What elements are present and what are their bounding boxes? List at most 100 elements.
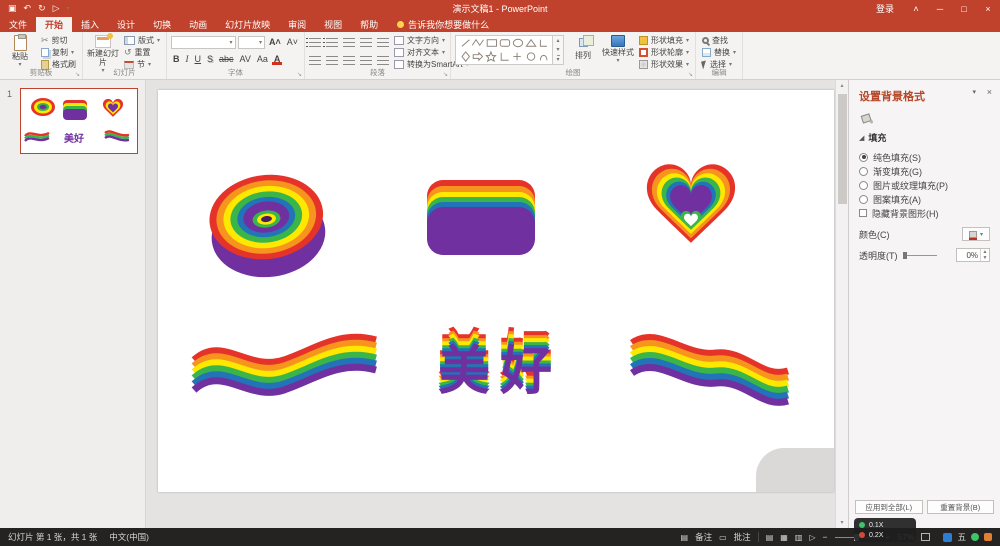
- tab-help[interactable]: 帮助: [351, 17, 387, 32]
- new-slide-button[interactable]: 新建幻灯片 ▾: [87, 35, 119, 69]
- tray-app-icon[interactable]: [943, 533, 952, 542]
- shapes-gallery[interactable]: [455, 35, 553, 65]
- option-hide-background[interactable]: 隐藏背景图形(H): [859, 206, 990, 220]
- reading-view-icon[interactable]: ▥: [795, 533, 803, 542]
- font-name-combo[interactable]: ▾: [171, 36, 236, 49]
- wave-shape-right[interactable]: [628, 323, 793, 411]
- heart-shape[interactable]: [633, 146, 749, 264]
- tray-status-icon[interactable]: [971, 533, 979, 541]
- wave-shape-left[interactable]: [190, 326, 380, 406]
- ime-indicator[interactable]: 五: [957, 531, 966, 543]
- align-center-icon[interactable]: [326, 56, 338, 65]
- numbering-icon[interactable]: [326, 38, 338, 47]
- option-gradient-fill[interactable]: 渐变填充(G): [859, 164, 990, 178]
- wordart-text[interactable]: 美好: [438, 346, 562, 398]
- normal-view-icon[interactable]: ▤: [766, 533, 774, 542]
- cut-button[interactable]: ✂ 剪切: [39, 35, 78, 46]
- quick-styles-button[interactable]: 快速样式 ▾: [602, 35, 634, 69]
- strikethrough-icon[interactable]: abc: [217, 54, 236, 64]
- tab-transitions[interactable]: 切换: [144, 17, 180, 32]
- replace-button[interactable]: 替换 ▾: [700, 47, 738, 58]
- tray-recorder-icon[interactable]: [984, 533, 992, 541]
- rounded-rect-shape[interactable]: [425, 180, 537, 256]
- recorder-speed-2[interactable]: 0.2X: [869, 532, 883, 539]
- tab-design[interactable]: 设计: [108, 17, 144, 32]
- italic-icon[interactable]: I: [184, 54, 191, 64]
- color-picker-button[interactable]: ▾: [962, 227, 990, 241]
- drawing-dialog-launcher-icon[interactable]: ↘: [688, 71, 693, 78]
- hide-background-checkbox[interactable]: [859, 209, 867, 217]
- paste-button[interactable]: 粘贴 ▾: [4, 35, 36, 69]
- minimize-button[interactable]: ─: [928, 0, 952, 17]
- paragraph-dialog-launcher-icon[interactable]: ↘: [443, 71, 448, 78]
- close-button[interactable]: ×: [976, 0, 1000, 17]
- change-case-icon[interactable]: Aa: [255, 54, 270, 64]
- tab-insert[interactable]: 插入: [72, 17, 108, 32]
- fit-slide-to-window-icon[interactable]: [921, 533, 930, 541]
- tab-home[interactable]: 开始: [36, 17, 72, 32]
- reset-button[interactable]: ↺ 重置: [122, 47, 162, 58]
- arrange-button[interactable]: 排列: [567, 35, 599, 69]
- font-dialog-launcher-icon[interactable]: ↘: [297, 71, 302, 78]
- copy-button[interactable]: 复制 ▾: [39, 47, 78, 58]
- increase-indent-icon[interactable]: [360, 38, 372, 47]
- decrease-indent-icon[interactable]: [343, 38, 355, 47]
- tab-file[interactable]: 文件: [0, 17, 36, 32]
- option-picture-fill[interactable]: 图片或纹理填充(P): [859, 178, 990, 192]
- gallery-down-icon[interactable]: ▾: [557, 46, 560, 53]
- vertical-scrollbar[interactable]: ▴ ▾: [835, 80, 848, 528]
- line-spacing-icon[interactable]: [377, 38, 389, 47]
- recorder-speed-1[interactable]: 0.1X: [869, 522, 883, 529]
- justify-icon[interactable]: [360, 56, 372, 65]
- shape-outline-button[interactable]: 形状轮廓 ▾: [637, 47, 691, 58]
- tab-view[interactable]: 视图: [315, 17, 351, 32]
- reset-background-button[interactable]: 重置背景(B): [927, 500, 995, 514]
- shrink-font-icon[interactable]: A˅: [285, 37, 300, 47]
- fill-section-header[interactable]: ◢ 填充: [859, 131, 990, 144]
- transparency-slider[interactable]: [903, 255, 937, 256]
- solid-fill-radio[interactable]: [859, 153, 868, 162]
- comments-button[interactable]: 批注: [734, 531, 751, 543]
- align-right-icon[interactable]: [343, 56, 355, 65]
- scrollbar-thumb[interactable]: [838, 94, 847, 204]
- font-color-icon[interactable]: A: [272, 54, 283, 64]
- notes-button[interactable]: 备注: [695, 531, 712, 543]
- tab-slideshow[interactable]: 幻灯片放映: [216, 17, 279, 32]
- font-size-combo[interactable]: ▾: [238, 36, 265, 49]
- bold-icon[interactable]: B: [171, 54, 182, 64]
- start-slideshow-icon[interactable]: ▷: [53, 3, 60, 14]
- picture-fill-radio[interactable]: [859, 181, 868, 190]
- apply-to-all-button[interactable]: 应用到全部(L): [855, 500, 923, 514]
- option-pattern-fill[interactable]: 图案填充(A): [859, 192, 990, 206]
- gradient-fill-radio[interactable]: [859, 167, 868, 176]
- grow-font-icon[interactable]: A˄: [267, 37, 283, 47]
- find-button[interactable]: 查找: [700, 35, 738, 46]
- recorder-speed-widget[interactable]: 0.1X 0.2X: [854, 518, 916, 542]
- align-left-icon[interactable]: [309, 56, 321, 65]
- zoom-out-icon[interactable]: −: [823, 532, 828, 542]
- option-solid-fill[interactable]: 纯色填充(S): [859, 150, 990, 164]
- ribbon-display-options-icon[interactable]: ˄: [904, 0, 928, 17]
- transparency-spinner[interactable]: 0% ▲▼: [956, 248, 990, 262]
- slideshow-view-icon[interactable]: ▷: [809, 533, 815, 542]
- redo-icon[interactable]: ↻: [38, 3, 46, 14]
- pattern-fill-radio[interactable]: [859, 195, 868, 204]
- shapes-gallery-scroll[interactable]: ▴ ▾ ▾: [553, 35, 564, 65]
- customize-qat-icon[interactable]: ▾: [67, 5, 70, 12]
- slide-sorter-view-icon[interactable]: ▦: [780, 533, 788, 542]
- undo-icon[interactable]: ↶: [24, 3, 32, 14]
- torus-shape[interactable]: [205, 165, 329, 285]
- fill-bucket-icon[interactable]: [859, 111, 990, 127]
- spinner-down-icon[interactable]: ▼: [983, 255, 988, 261]
- language-indicator[interactable]: 中文(中国): [109, 531, 149, 543]
- scroll-up-icon[interactable]: ▴: [836, 82, 848, 89]
- text-shadow-icon[interactable]: S: [205, 54, 215, 64]
- scroll-down-icon[interactable]: ▾: [836, 519, 848, 526]
- gallery-more-icon[interactable]: ▾: [557, 55, 560, 63]
- underline-icon[interactable]: U: [193, 54, 204, 64]
- sign-in-button[interactable]: 登录: [866, 2, 904, 15]
- save-icon[interactable]: ▣: [8, 3, 17, 14]
- tab-review[interactable]: 审阅: [279, 17, 315, 32]
- clipboard-dialog-launcher-icon[interactable]: ↘: [75, 71, 80, 78]
- columns-icon[interactable]: [377, 56, 389, 65]
